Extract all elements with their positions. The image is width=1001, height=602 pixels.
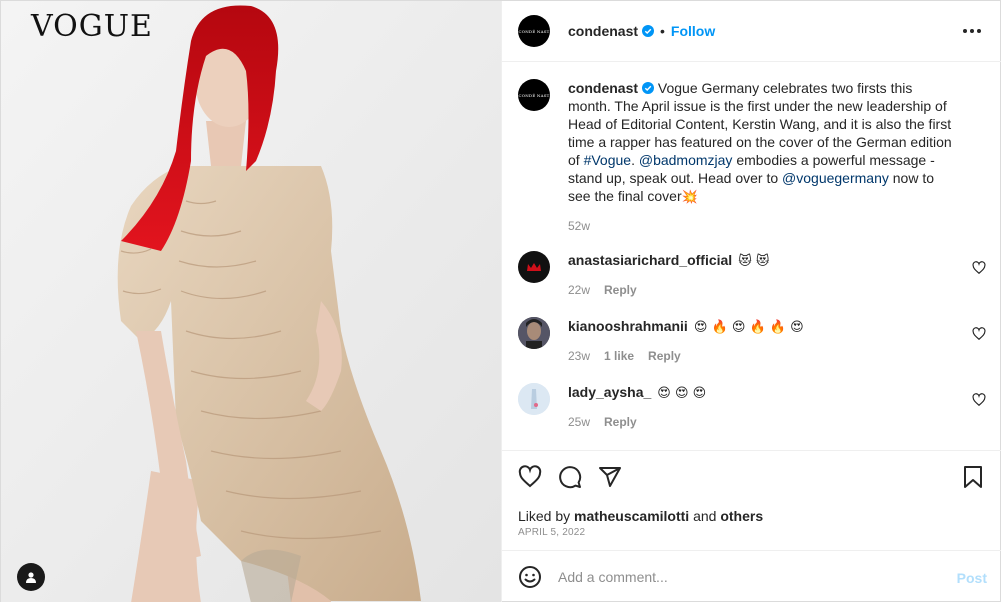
follow-button[interactable]: Follow xyxy=(671,23,715,39)
verified-icon xyxy=(642,82,655,94)
comment-input[interactable] xyxy=(558,569,938,585)
comment-body: lady_aysha_ 😍 😍 😍 25w Reply xyxy=(568,383,958,431)
caption-text: condenast Vogue Germany celebrates two f… xyxy=(568,79,958,235)
avatar-text: CONDÉ NAST xyxy=(518,28,550,34)
commenter-avatar[interactable] xyxy=(518,383,550,415)
comment-like-heart-icon[interactable] xyxy=(972,261,986,275)
liked-by-others[interactable]: others xyxy=(720,508,763,524)
caption-time: 52w xyxy=(568,219,591,233)
add-comment-bar: Post xyxy=(502,550,1001,602)
more-icon[interactable] xyxy=(963,23,983,39)
comments-list[interactable]: CONDÉ NAST condenast Vogue Germany celeb… xyxy=(502,63,1001,449)
hashtag-link[interactable]: #Vogue xyxy=(584,152,632,168)
account-username[interactable]: condenast xyxy=(568,23,638,39)
caption-body-2: . xyxy=(631,152,639,168)
commenter-avatar[interactable] xyxy=(518,317,550,349)
comment-meta: 25w Reply xyxy=(568,413,958,431)
comment-body: anastasiarichard_official 😻 😻 22w Reply xyxy=(568,251,958,299)
mention-link[interactable]: @voguegermany xyxy=(782,170,889,186)
action-icons xyxy=(518,465,622,489)
reply-button[interactable]: Reply xyxy=(648,349,681,363)
mention-link[interactable]: @badmomzjay xyxy=(639,152,733,168)
comment-item: anastasiarichard_official 😻 😻 22w Reply xyxy=(518,251,988,299)
commenter-avatar[interactable] xyxy=(518,251,550,283)
post-date: APRIL 5, 2022 xyxy=(518,527,586,538)
comment-time: 22w xyxy=(568,283,591,297)
post-modal: VOGUE CONDÉ NAST condenast • Follow COND… xyxy=(0,0,1001,602)
avatar-text: CONDÉ NAST xyxy=(518,92,550,98)
comment-meta: 22w Reply xyxy=(568,281,958,299)
liked-by-middle: and xyxy=(689,508,721,524)
comment-body: kianooshrahmanii 😍 🔥 😍 🔥 🔥 😍 23w 1 like Rep… xyxy=(568,317,958,365)
commenter-username[interactable]: anastasiarichard_official xyxy=(568,252,732,268)
emoji-icon[interactable] xyxy=(518,565,542,589)
user-tag-icon[interactable] xyxy=(17,563,45,591)
bookmark-icon[interactable] xyxy=(961,465,985,489)
comment-icon[interactable] xyxy=(558,465,582,489)
header-separator: • xyxy=(660,23,665,39)
comment-like-heart-icon[interactable] xyxy=(972,327,986,341)
verified-icon xyxy=(642,25,655,37)
caption-emoji: 💥 xyxy=(681,190,698,205)
liked-by-user[interactable]: matheuscamilotti xyxy=(574,508,689,524)
post-actions: Liked by matheuscamilotti and others APR… xyxy=(502,450,1001,550)
comment-item: kianooshrahmanii 😍 🔥 😍 🔥 🔥 😍 23w 1 like Rep… xyxy=(518,317,988,365)
share-icon[interactable] xyxy=(598,465,622,489)
comment-text: 😍 🔥 😍 🔥 🔥 😍 xyxy=(693,320,804,335)
reply-button[interactable]: Reply xyxy=(604,283,637,297)
comment-item: lady_aysha_ 😍 😍 😍 25w Reply xyxy=(518,383,988,431)
post-caption: CONDÉ NAST condenast Vogue Germany celeb… xyxy=(518,79,988,235)
comment-like-heart-icon[interactable] xyxy=(972,393,986,407)
post-sidebar: CONDÉ NAST condenast • Follow CONDÉ NAST… xyxy=(501,1,1001,602)
comment-text: 😍 😍 😍 xyxy=(657,386,707,401)
commenter-username[interactable]: kianooshrahmanii xyxy=(568,318,688,334)
liked-by: Liked by matheuscamilotti and others xyxy=(518,508,763,524)
post-image[interactable]: VOGUE xyxy=(1,1,501,602)
comment-meta: 23w 1 like Reply xyxy=(568,347,958,365)
comment-time: 23w xyxy=(568,349,591,363)
post-photo-art xyxy=(1,1,501,602)
vogue-logo: VOGUE xyxy=(31,9,153,44)
liked-by-prefix: Liked by xyxy=(518,508,575,524)
post-button[interactable]: Post xyxy=(957,570,987,586)
post-header: CONDÉ NAST condenast • Follow xyxy=(502,1,1001,62)
commenter-username[interactable]: lady_aysha_ xyxy=(568,384,651,400)
caption-username[interactable]: condenast xyxy=(568,80,638,96)
comment-text: 😻 😻 xyxy=(738,254,770,269)
caption-avatar[interactable]: CONDÉ NAST xyxy=(518,79,550,111)
caption-meta: 52w xyxy=(568,217,958,235)
comment-time: 25w xyxy=(568,415,591,429)
account-avatar[interactable]: CONDÉ NAST xyxy=(518,15,550,47)
comment-likes[interactable]: 1 like xyxy=(604,349,634,363)
reply-button[interactable]: Reply xyxy=(604,415,637,429)
heart-icon[interactable] xyxy=(518,465,542,489)
